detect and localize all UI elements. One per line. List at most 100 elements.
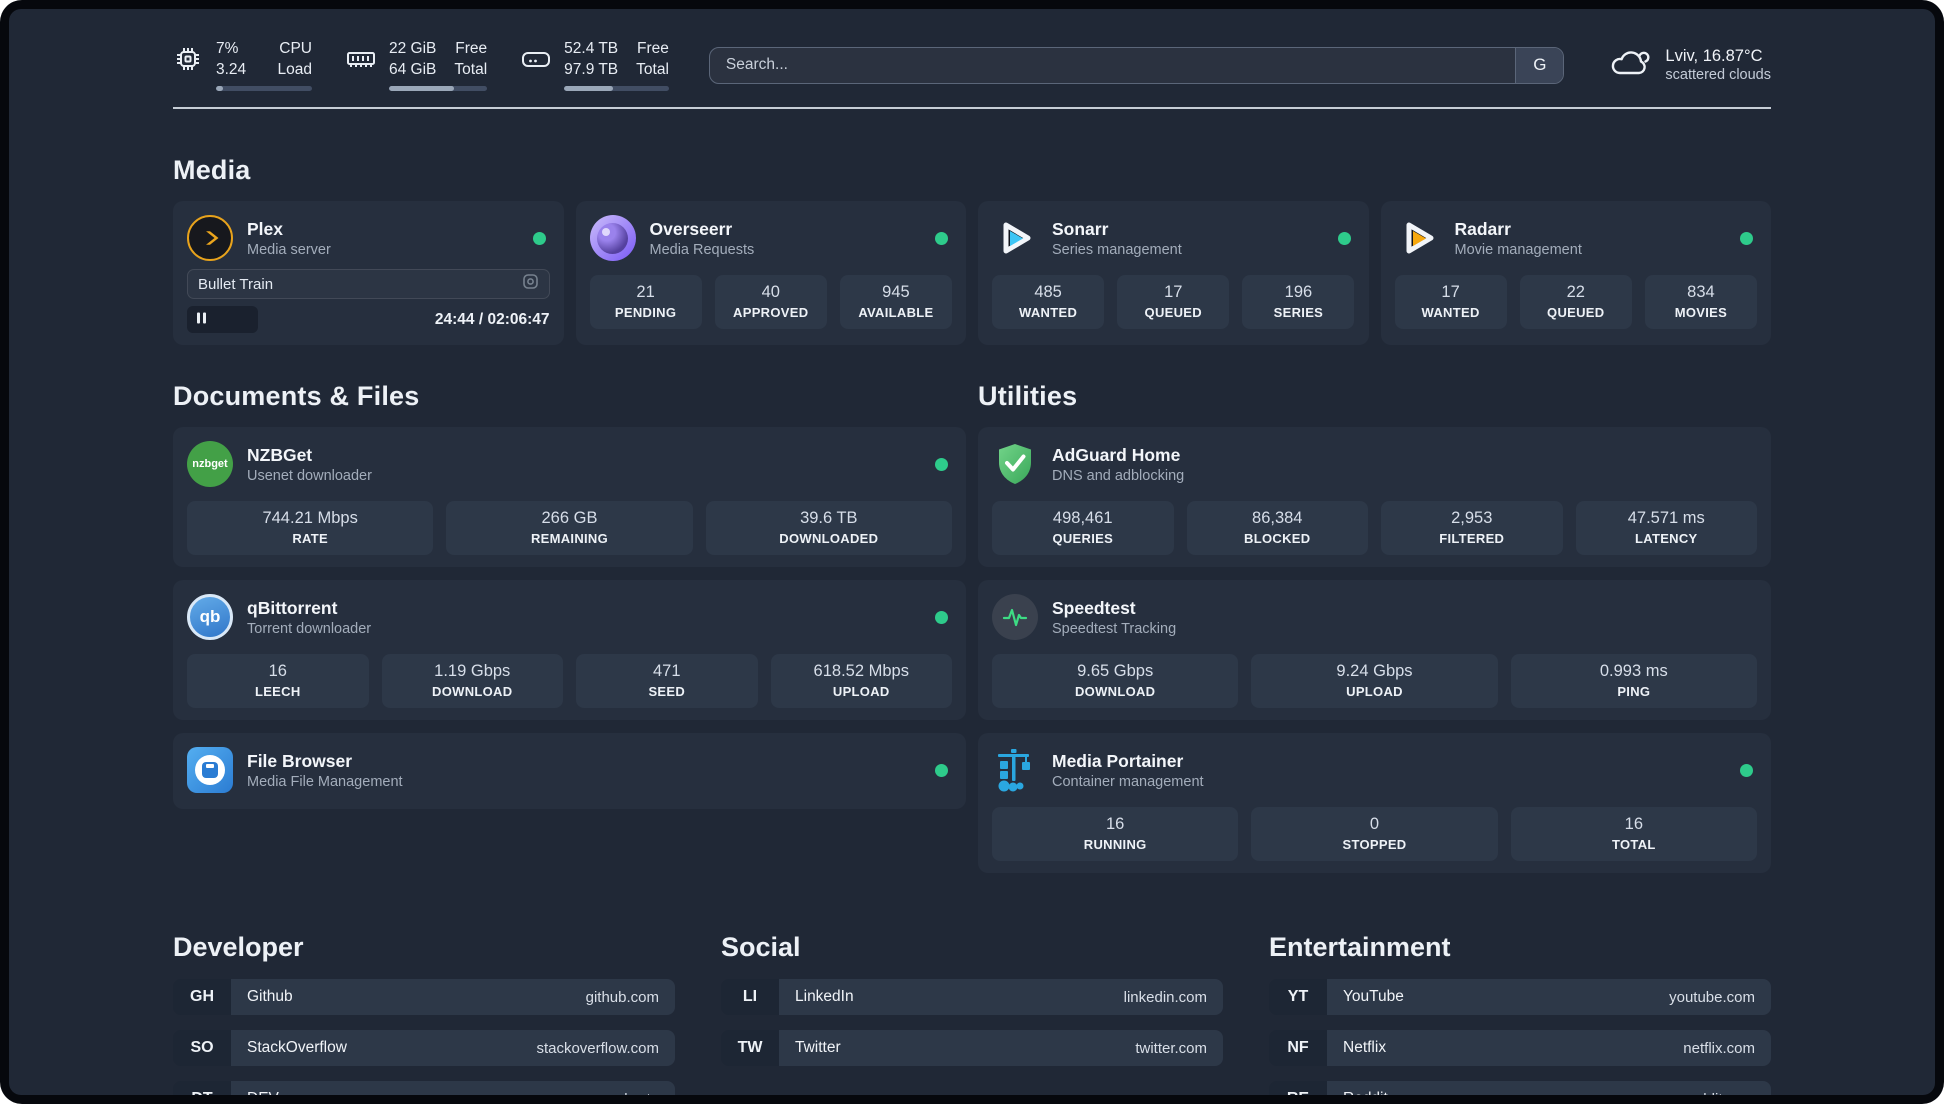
bookmark-group-developer: Developer GH Github github.com SO StackO… (173, 932, 675, 1095)
cpu-chip-icon (173, 44, 203, 79)
card-subtitle: Usenet downloader (247, 467, 372, 484)
radarr-icon (1395, 215, 1441, 261)
stat-blocked: 86,384 BLOCKED (1186, 501, 1368, 556)
plex-link[interactable]: Plex Media server (187, 211, 550, 265)
stat-filtered: 2,953 FILTERED (1381, 501, 1563, 556)
bookmark-abbr: LI (721, 979, 779, 1016)
section-title-utilities: Utilities (978, 381, 1078, 412)
video-settings-icon (522, 273, 539, 295)
stat-queries: 498,461 QUERIES (992, 501, 1174, 556)
stat-leech: 16 LEECH (187, 654, 369, 709)
bookmark-twitter[interactable]: TW Twitter twitter.com (721, 1030, 1223, 1067)
cpu-load: 3.24 (216, 61, 247, 79)
qbittorrent-link[interactable]: qb qBittorrent Torrent downloader (187, 590, 952, 644)
radarr-link[interactable]: Radarr Movie management (1395, 211, 1758, 265)
card-adguard: AdGuard Home DNS and adblocking 498,461 … (978, 427, 1771, 568)
bookmark-abbr: RE (1269, 1081, 1327, 1095)
card-subtitle: Media File Management (247, 773, 403, 790)
top-bar: 7% 3.24 CPU Load 22 GiB 64 GiB Free Tota… (173, 39, 1771, 92)
card-subtitle: Movie management (1454, 241, 1582, 258)
card-title: qBittorrent (247, 597, 338, 618)
cpu-progress-track (216, 86, 312, 92)
stat-download: 1.19 Gbps DOWNLOAD (381, 654, 563, 709)
sonarr-link[interactable]: Sonarr Series management (992, 211, 1355, 265)
bookmark-netflix[interactable]: NF Netflix netflix.com (1269, 1030, 1771, 1067)
stat-ping: 0.993 ms PING (1510, 654, 1757, 709)
filebrowser-link[interactable]: File Browser Media File Management (187, 743, 952, 797)
bookmark-linkedin[interactable]: LI LinkedIn linkedin.com (721, 979, 1223, 1016)
bookmark-url: netflix.com (1683, 1039, 1755, 1057)
bookmark-youtube[interactable]: YT YouTube youtube.com (1269, 979, 1771, 1016)
sonarr-icon (992, 215, 1038, 261)
card-title: Plex (247, 218, 283, 239)
playback-progress-pill[interactable] (187, 306, 258, 334)
adguard-link[interactable]: AdGuard Home DNS and adblocking (992, 437, 1757, 491)
bookmark-dev[interactable]: DT DEV dev.to (173, 1081, 675, 1095)
bookmark-abbr: YT (1269, 979, 1327, 1016)
card-title: Sonarr (1052, 218, 1109, 239)
cpu-label-2: Load (277, 61, 312, 79)
stat-latency: 47.571 ms LATENCY (1575, 501, 1757, 556)
bookmark-url: stackoverflow.com (536, 1039, 659, 1057)
card-radarr: Radarr Movie management 17 WANTED 22 QUE… (1380, 201, 1771, 346)
card-overseerr: Overseerr Media Requests 21 PENDING 40 A… (575, 201, 966, 346)
overseerr-link[interactable]: Overseerr Media Requests (589, 211, 953, 265)
bookmark-url: twitter.com (1135, 1039, 1207, 1057)
bookmark-abbr: NF (1269, 1030, 1327, 1067)
cpu-label-1: CPU (279, 40, 312, 57)
weather-condition: scattered clouds (1665, 67, 1771, 84)
card-subtitle: Media Requests (649, 241, 755, 258)
card-title: Media Portainer (1052, 750, 1184, 771)
weather-location-temp: Lviv, 16.87°C (1665, 47, 1763, 66)
cpu-progress-fill (216, 86, 223, 92)
bookmark-name: Reddit (1343, 1090, 1388, 1095)
stat-downloaded: 39.6 TB DOWNLOADED (705, 501, 952, 556)
status-dot (532, 231, 546, 245)
now-playing-title: Bullet Train (198, 275, 274, 293)
bookmark-group-entertainment: Entertainment YT YouTube youtube.com NF … (1269, 932, 1771, 1095)
card-speedtest: Speedtest Speedtest Tracking 9.65 Gbps D… (978, 580, 1771, 721)
bookmark-url: reddit.com (1685, 1091, 1755, 1095)
section-media: Media Plex Media server Bullet Train 24:… (173, 155, 1771, 346)
bookmark-group-title: Entertainment (1269, 932, 1451, 963)
search-engine-button[interactable]: G (1515, 47, 1564, 83)
playback-row: 24:44 / 02:06:47 (187, 306, 550, 334)
bookmark-abbr: SO (173, 1030, 231, 1067)
stat-running: 16 RUNNING (992, 807, 1239, 862)
cpu-widget: 7% 3.24 CPU Load (173, 39, 312, 92)
card-title: NZBGet (247, 444, 313, 465)
nzbget-link[interactable]: nzbget NZBGet Usenet downloader (187, 437, 952, 491)
portainer-link[interactable]: Media Portainer Container management (992, 743, 1757, 797)
search-input[interactable] (709, 47, 1516, 83)
status-dot (1740, 763, 1753, 777)
card-subtitle: Speedtest Tracking (1052, 620, 1177, 637)
card-title: File Browser (247, 750, 353, 771)
card-nzbget: nzbget NZBGet Usenet downloader 744.21 M… (173, 427, 966, 568)
qbittorrent-icon: qb (187, 594, 233, 641)
plex-icon (187, 215, 233, 262)
stat-wanted: 485 WANTED (992, 275, 1105, 330)
speedtest-link[interactable]: Speedtest Speedtest Tracking (992, 590, 1757, 644)
bookmark-github[interactable]: GH Github github.com (173, 979, 675, 1016)
disk-label-2: Total (636, 61, 669, 79)
bookmark-group-social: Social LI LinkedIn linkedin.com TW Twitt… (721, 932, 1223, 1095)
card-title: AdGuard Home (1052, 444, 1181, 465)
card-qbittorrent: qb qBittorrent Torrent downloader 16 LEE… (173, 580, 966, 721)
stat-rate: 744.21 Mbps RATE (187, 501, 434, 556)
pause-icon (196, 311, 207, 329)
status-dot (1740, 231, 1753, 245)
stat-queued: 17 QUEUED (1117, 275, 1230, 330)
window-frame: 7% 3.24 CPU Load 22 GiB 64 GiB Free Tota… (0, 0, 1944, 1104)
bookmark-name: YouTube (1343, 988, 1404, 1006)
card-plex: Plex Media server Bullet Train 24:44 / 0… (173, 201, 564, 346)
bookmark-name: StackOverflow (247, 1039, 347, 1057)
adguard-shield-icon (992, 441, 1038, 487)
bookmark-reddit[interactable]: RE Reddit reddit.com (1269, 1081, 1771, 1095)
stat-upload: 618.52 Mbps UPLOAD (770, 654, 952, 709)
bookmark-url: github.com (585, 988, 659, 1006)
hard-drive-icon (521, 44, 551, 79)
cpu-usage: 7% (216, 40, 239, 57)
memory-progress-fill (389, 86, 454, 92)
bookmark-stackoverflow[interactable]: SO StackOverflow stackoverflow.com (173, 1030, 675, 1067)
memory-progress-track (389, 86, 488, 92)
